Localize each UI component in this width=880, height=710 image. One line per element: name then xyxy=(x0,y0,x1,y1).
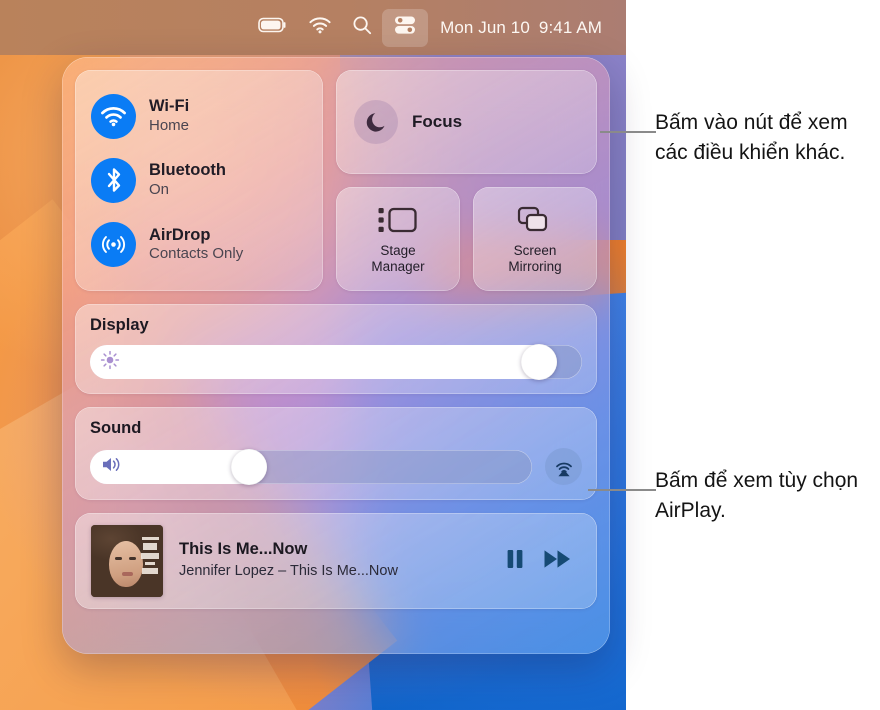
menu-wifi-item[interactable] xyxy=(298,9,342,47)
control-center-icon xyxy=(392,14,418,41)
quick-tiles-row: Stage Manager Screen Mirroring xyxy=(336,187,597,291)
connectivity-item-bluetooth[interactable]: Bluetooth On xyxy=(75,151,323,209)
connectivity-wifi-subtitle: Home xyxy=(149,116,190,134)
bluetooth-icon xyxy=(91,157,136,203)
connectivity-airdrop-title: AirDrop xyxy=(149,225,211,244)
album-art-portrait xyxy=(109,541,143,587)
connectivity-bluetooth-subtitle: On xyxy=(149,180,170,198)
connectivity-bluetooth-text: Bluetooth On xyxy=(149,161,226,199)
now-playing-text: This Is Me...Now Jennifer Lopez – This I… xyxy=(179,540,489,581)
control-center-right-column: Focus Stage Manager Screen Mirroring xyxy=(336,70,597,291)
wifi-icon xyxy=(308,16,332,39)
search-icon xyxy=(352,15,372,40)
control-center-panel: Wi-Fi Home Bluetooth On AirDrop Contacts… xyxy=(62,57,610,654)
connectivity-bluetooth-title: Bluetooth xyxy=(149,161,226,180)
connectivity-wifi-text: Wi-Fi Home xyxy=(149,97,189,135)
sound-slider[interactable] xyxy=(90,448,532,485)
sound-slider-knob[interactable] xyxy=(230,448,267,485)
album-art-detail-3 xyxy=(122,572,133,576)
stage-manager-icon xyxy=(377,203,419,237)
callout-leader-line-2 xyxy=(588,489,656,491)
menu-time: 9:41 AM xyxy=(538,17,602,37)
sound-tile: Sound xyxy=(75,407,597,500)
connectivity-airdrop-text: AirDrop Contacts Only xyxy=(149,226,243,264)
menu-bar: Mon Jun 10 9:41 AM xyxy=(0,0,626,55)
album-art[interactable] xyxy=(91,525,163,597)
focus-label: Focus xyxy=(412,112,463,131)
connectivity-item-airdrop[interactable]: AirDrop Contacts Only xyxy=(75,216,323,274)
connectivity-tile: Wi-Fi Home Bluetooth On AirDrop Contacts… xyxy=(75,70,323,291)
speaker-icon xyxy=(100,455,124,479)
connectivity-wifi-title: Wi-Fi xyxy=(149,97,190,116)
connectivity-airdrop-subtitle: Contacts Only xyxy=(149,245,244,263)
pause-button[interactable] xyxy=(505,547,525,576)
stage-manager-tile[interactable]: Stage Manager xyxy=(336,187,460,291)
menu-battery-item[interactable] xyxy=(248,9,298,47)
focus-tile[interactable]: Focus xyxy=(336,70,597,174)
sound-slider-wrap xyxy=(90,448,582,485)
control-center-top-row: Wi-Fi Home Bluetooth On AirDrop Contacts… xyxy=(75,70,597,291)
display-slider-fill xyxy=(90,345,558,379)
menu-clock[interactable]: Mon Jun 10 9:41 AM xyxy=(428,18,602,38)
screen-mirroring-icon xyxy=(516,203,554,237)
wifi-icon xyxy=(91,93,136,139)
callout-airplay: Bấm để xem tùy chọn AirPlay. xyxy=(655,469,859,522)
menu-control-center-item[interactable] xyxy=(382,8,429,47)
display-label: Display xyxy=(90,316,149,334)
callout-leader-line-1 xyxy=(600,131,656,133)
connectivity-item-wifi[interactable]: Wi-Fi Home xyxy=(75,87,323,145)
now-playing-tile: This Is Me...Now Jennifer Lopez – This I… xyxy=(75,513,597,609)
screen-mirroring-label: Screen Mirroring xyxy=(508,243,562,274)
airplay-button[interactable] xyxy=(545,448,582,485)
airdrop-icon xyxy=(91,222,136,268)
album-art-detail-1 xyxy=(115,557,122,560)
battery-icon xyxy=(258,16,288,39)
now-playing-controls xyxy=(505,547,581,576)
now-playing-subtitle: Jennifer Lopez – This Is Me...Now xyxy=(179,563,398,580)
album-art-detail-2 xyxy=(129,557,136,560)
fast-forward-button[interactable] xyxy=(543,547,573,576)
display-slider-wrap xyxy=(90,344,582,380)
stage-manager-label: Stage Manager xyxy=(371,243,425,274)
now-playing-title: This Is Me...Now xyxy=(179,540,308,559)
fast-forward-icon xyxy=(544,549,570,568)
airplay-icon xyxy=(555,462,572,476)
menu-date: Mon Jun 10 xyxy=(440,17,530,37)
screen-mirroring-tile[interactable]: Screen Mirroring xyxy=(473,187,597,291)
sound-label: Sound xyxy=(90,419,142,437)
display-slider-knob[interactable] xyxy=(521,344,558,380)
brightness-icon xyxy=(100,350,120,375)
display-slider[interactable] xyxy=(90,344,582,380)
display-tile: Display xyxy=(75,304,597,394)
callout-other-controls: Bấm vào nút để xem các điều khiển khác. xyxy=(655,111,848,164)
pause-icon xyxy=(507,549,523,568)
moon-icon xyxy=(354,100,398,144)
album-art-title-strip xyxy=(139,533,161,591)
menu-search-item[interactable] xyxy=(342,9,382,47)
